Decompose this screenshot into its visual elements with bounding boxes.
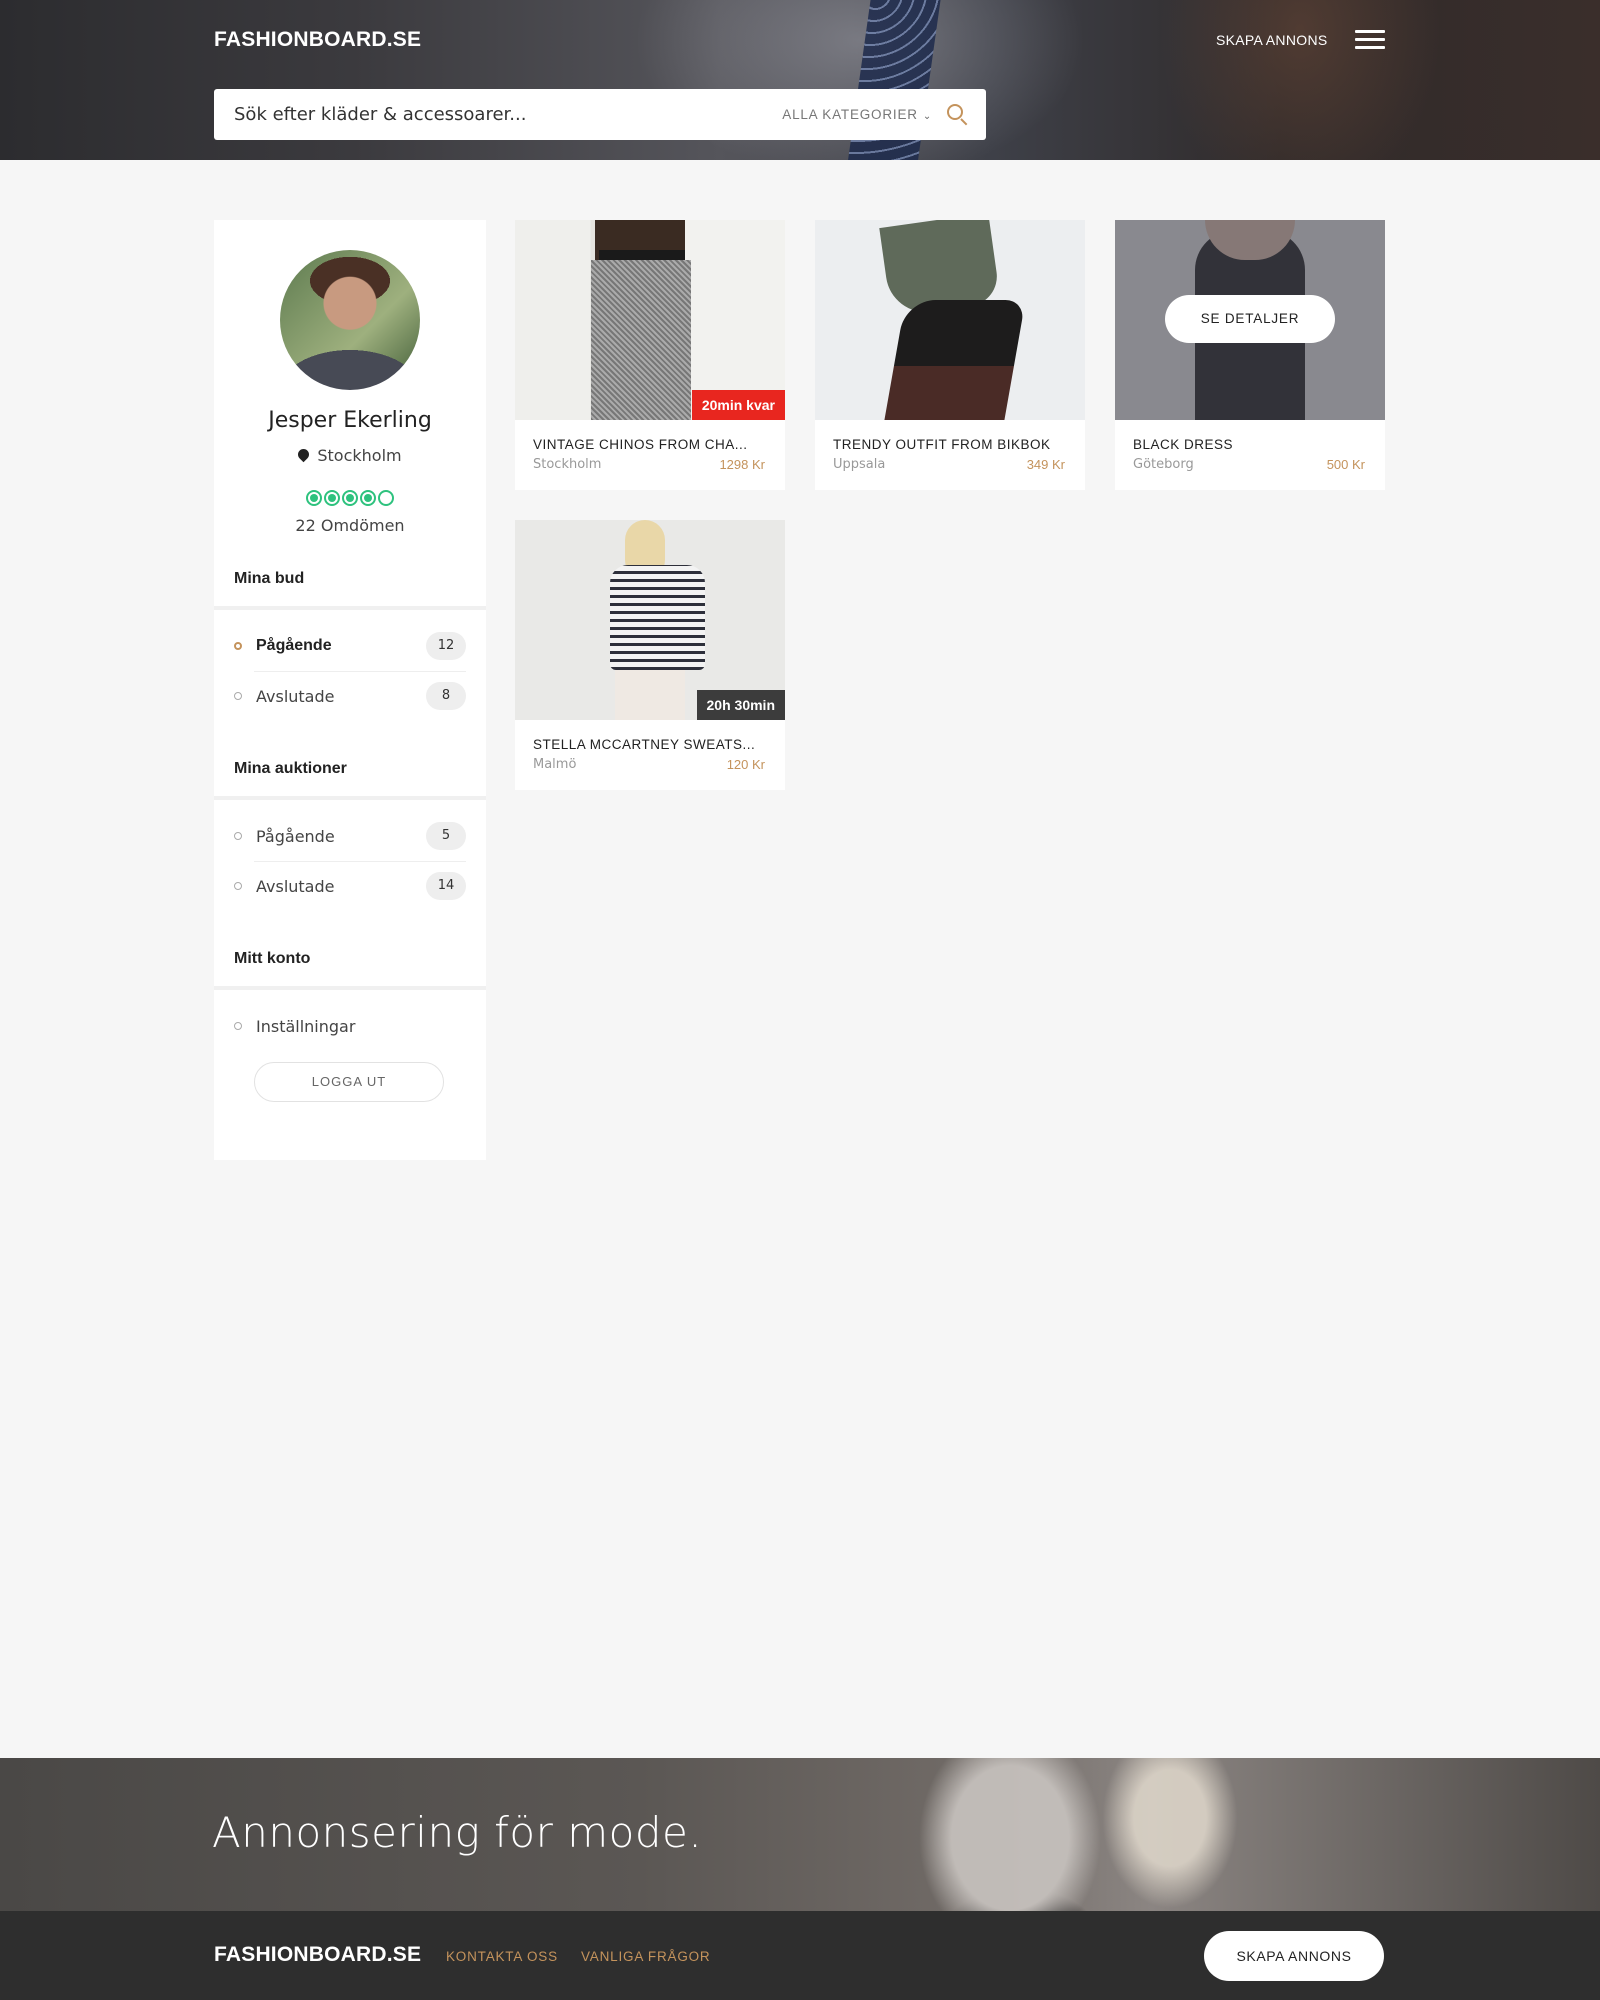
footer-logo[interactable]: FASHIONBOARD.SE bbox=[214, 1943, 421, 1967]
rating-dot-icon bbox=[378, 490, 394, 506]
create-ad-link[interactable]: SKAPA ANNONS bbox=[1216, 32, 1328, 48]
sidebar-item-label: Avslutade bbox=[256, 686, 335, 706]
product-price: 120 Kr bbox=[726, 757, 765, 772]
product-image-belt bbox=[599, 250, 685, 260]
product-price: 500 Kr bbox=[1326, 457, 1365, 472]
footer-link-faq[interactable]: VANLIGA FRÅGOR bbox=[581, 1949, 710, 1964]
search-bar: ALLA KATEGORIER ⌄ bbox=[214, 89, 986, 140]
bullet-icon bbox=[234, 882, 242, 890]
product-image-skirt bbox=[884, 300, 1026, 420]
search-icon[interactable] bbox=[946, 103, 970, 127]
sidebar-item-settings[interactable]: Inställningar bbox=[234, 1002, 466, 1050]
profile-name: Jesper Ekerling bbox=[268, 408, 432, 433]
count-badge: 5 bbox=[426, 822, 466, 850]
product-image: 20min kvar bbox=[515, 220, 785, 420]
footer-create-ad-button[interactable]: SKAPA ANNONS bbox=[1204, 1931, 1384, 1981]
bullet-icon bbox=[234, 642, 242, 650]
sidebar-item-label: Pågående bbox=[256, 826, 335, 846]
sidebar-item-label: Pågående bbox=[256, 637, 332, 654]
bullet-icon bbox=[234, 832, 242, 840]
product-city: Stockholm bbox=[533, 457, 602, 472]
avatar bbox=[280, 250, 420, 390]
section-title-bids: Mina bud bbox=[234, 570, 305, 587]
product-card[interactable]: SE DETALJER BLACK DRESS Göteborg 500 Kr bbox=[1115, 220, 1385, 490]
sidebar-item-bids-finished[interactable]: Avslutade 8 bbox=[234, 672, 466, 720]
section-title-auctions: Mina auktioner bbox=[234, 760, 347, 777]
product-price: 349 Kr bbox=[1026, 457, 1065, 472]
product-title: TRENDY OUTFIT FROM BIKBOK bbox=[833, 437, 1051, 452]
banner-model-image bbox=[870, 1758, 1290, 1911]
rating bbox=[214, 490, 486, 510]
sidebar-item-label: Avslutade bbox=[256, 876, 335, 896]
footer: FASHIONBOARD.SE KONTAKTA OSS VANLIGA FRÅ… bbox=[0, 1911, 1600, 2000]
sidebar-item-bids-ongoing[interactable]: Pågående 12 bbox=[234, 622, 466, 670]
site-logo[interactable]: FASHIONBOARD.SE bbox=[214, 28, 421, 52]
bullet-icon bbox=[234, 1022, 242, 1030]
sidebar-item-auctions-finished[interactable]: Avslutade 14 bbox=[234, 862, 466, 910]
product-title: STELLA MCCARTNEY SWEATS... bbox=[533, 737, 756, 752]
product-image: SE DETALJER bbox=[1115, 220, 1385, 420]
chevron-down-icon: ⌄ bbox=[922, 111, 932, 122]
product-card[interactable]: 20h 30min STELLA MCCARTNEY SWEATS... Mal… bbox=[515, 520, 785, 790]
search-input[interactable] bbox=[214, 89, 783, 140]
hamburger-icon[interactable] bbox=[1355, 30, 1385, 50]
product-image-pants bbox=[615, 670, 685, 720]
rating-dot-icon bbox=[306, 490, 322, 506]
product-image: 20h 30min bbox=[515, 520, 785, 720]
profile-location-text: Stockholm bbox=[317, 446, 402, 465]
product-city: Uppsala bbox=[833, 457, 886, 472]
sidebar-item-auctions-ongoing[interactable]: Pågående 5 bbox=[234, 812, 466, 860]
bullet-icon bbox=[234, 692, 242, 700]
product-card[interactable]: 20min kvar VINTAGE CHINOS FROM CHA... St… bbox=[515, 220, 785, 490]
footer-link-contact[interactable]: KONTAKTA OSS bbox=[446, 1949, 558, 1964]
product-image-sweater bbox=[610, 565, 705, 670]
profile-sidebar: Jesper Ekerling Stockholm 22 Omdömen Min… bbox=[214, 220, 486, 1160]
timer-badge: 20h 30min bbox=[696, 690, 785, 720]
count-badge: 8 bbox=[426, 682, 466, 710]
product-city: Malmö bbox=[533, 757, 577, 772]
sidebar-item-label: Inställningar bbox=[256, 1016, 356, 1036]
logout-button[interactable]: LOGGA UT bbox=[254, 1062, 444, 1102]
timer-badge: 20min kvar bbox=[691, 390, 785, 420]
location-pin-icon bbox=[296, 446, 312, 463]
product-image-trousers bbox=[591, 260, 691, 420]
divider bbox=[214, 606, 486, 610]
header: FASHIONBOARD.SE SKAPA ANNONS ALLA KATEGO… bbox=[0, 0, 1600, 160]
product-card[interactable]: TRENDY OUTFIT FROM BIKBOK Uppsala 349 Kr bbox=[815, 220, 1085, 490]
product-title: VINTAGE CHINOS FROM CHA... bbox=[533, 437, 748, 452]
rating-dot-icon bbox=[342, 490, 358, 506]
product-city: Göteborg bbox=[1133, 457, 1194, 472]
section-title-account: Mitt konto bbox=[234, 950, 311, 967]
count-badge: 12 bbox=[426, 632, 466, 660]
count-badge: 14 bbox=[426, 872, 466, 900]
footer-banner: Annonsering för mode. bbox=[0, 1758, 1600, 1911]
banner-tagline: Annonsering för mode. bbox=[212, 1808, 703, 1857]
product-image bbox=[815, 220, 1085, 420]
rating-dot-icon bbox=[324, 490, 340, 506]
category-select[interactable]: ALLA KATEGORIER ⌄ bbox=[782, 107, 932, 122]
rating-dot-icon bbox=[360, 490, 376, 506]
product-title: BLACK DRESS bbox=[1133, 437, 1234, 452]
reviews-count[interactable]: 22 Omdömen bbox=[214, 516, 486, 535]
divider bbox=[214, 986, 486, 990]
profile-location: Stockholm bbox=[214, 446, 486, 465]
see-details-button[interactable]: SE DETALJER bbox=[1165, 295, 1335, 343]
category-select-label: ALLA KATEGORIER bbox=[782, 107, 918, 122]
divider bbox=[214, 796, 486, 800]
product-price: 1298 Kr bbox=[719, 457, 765, 472]
